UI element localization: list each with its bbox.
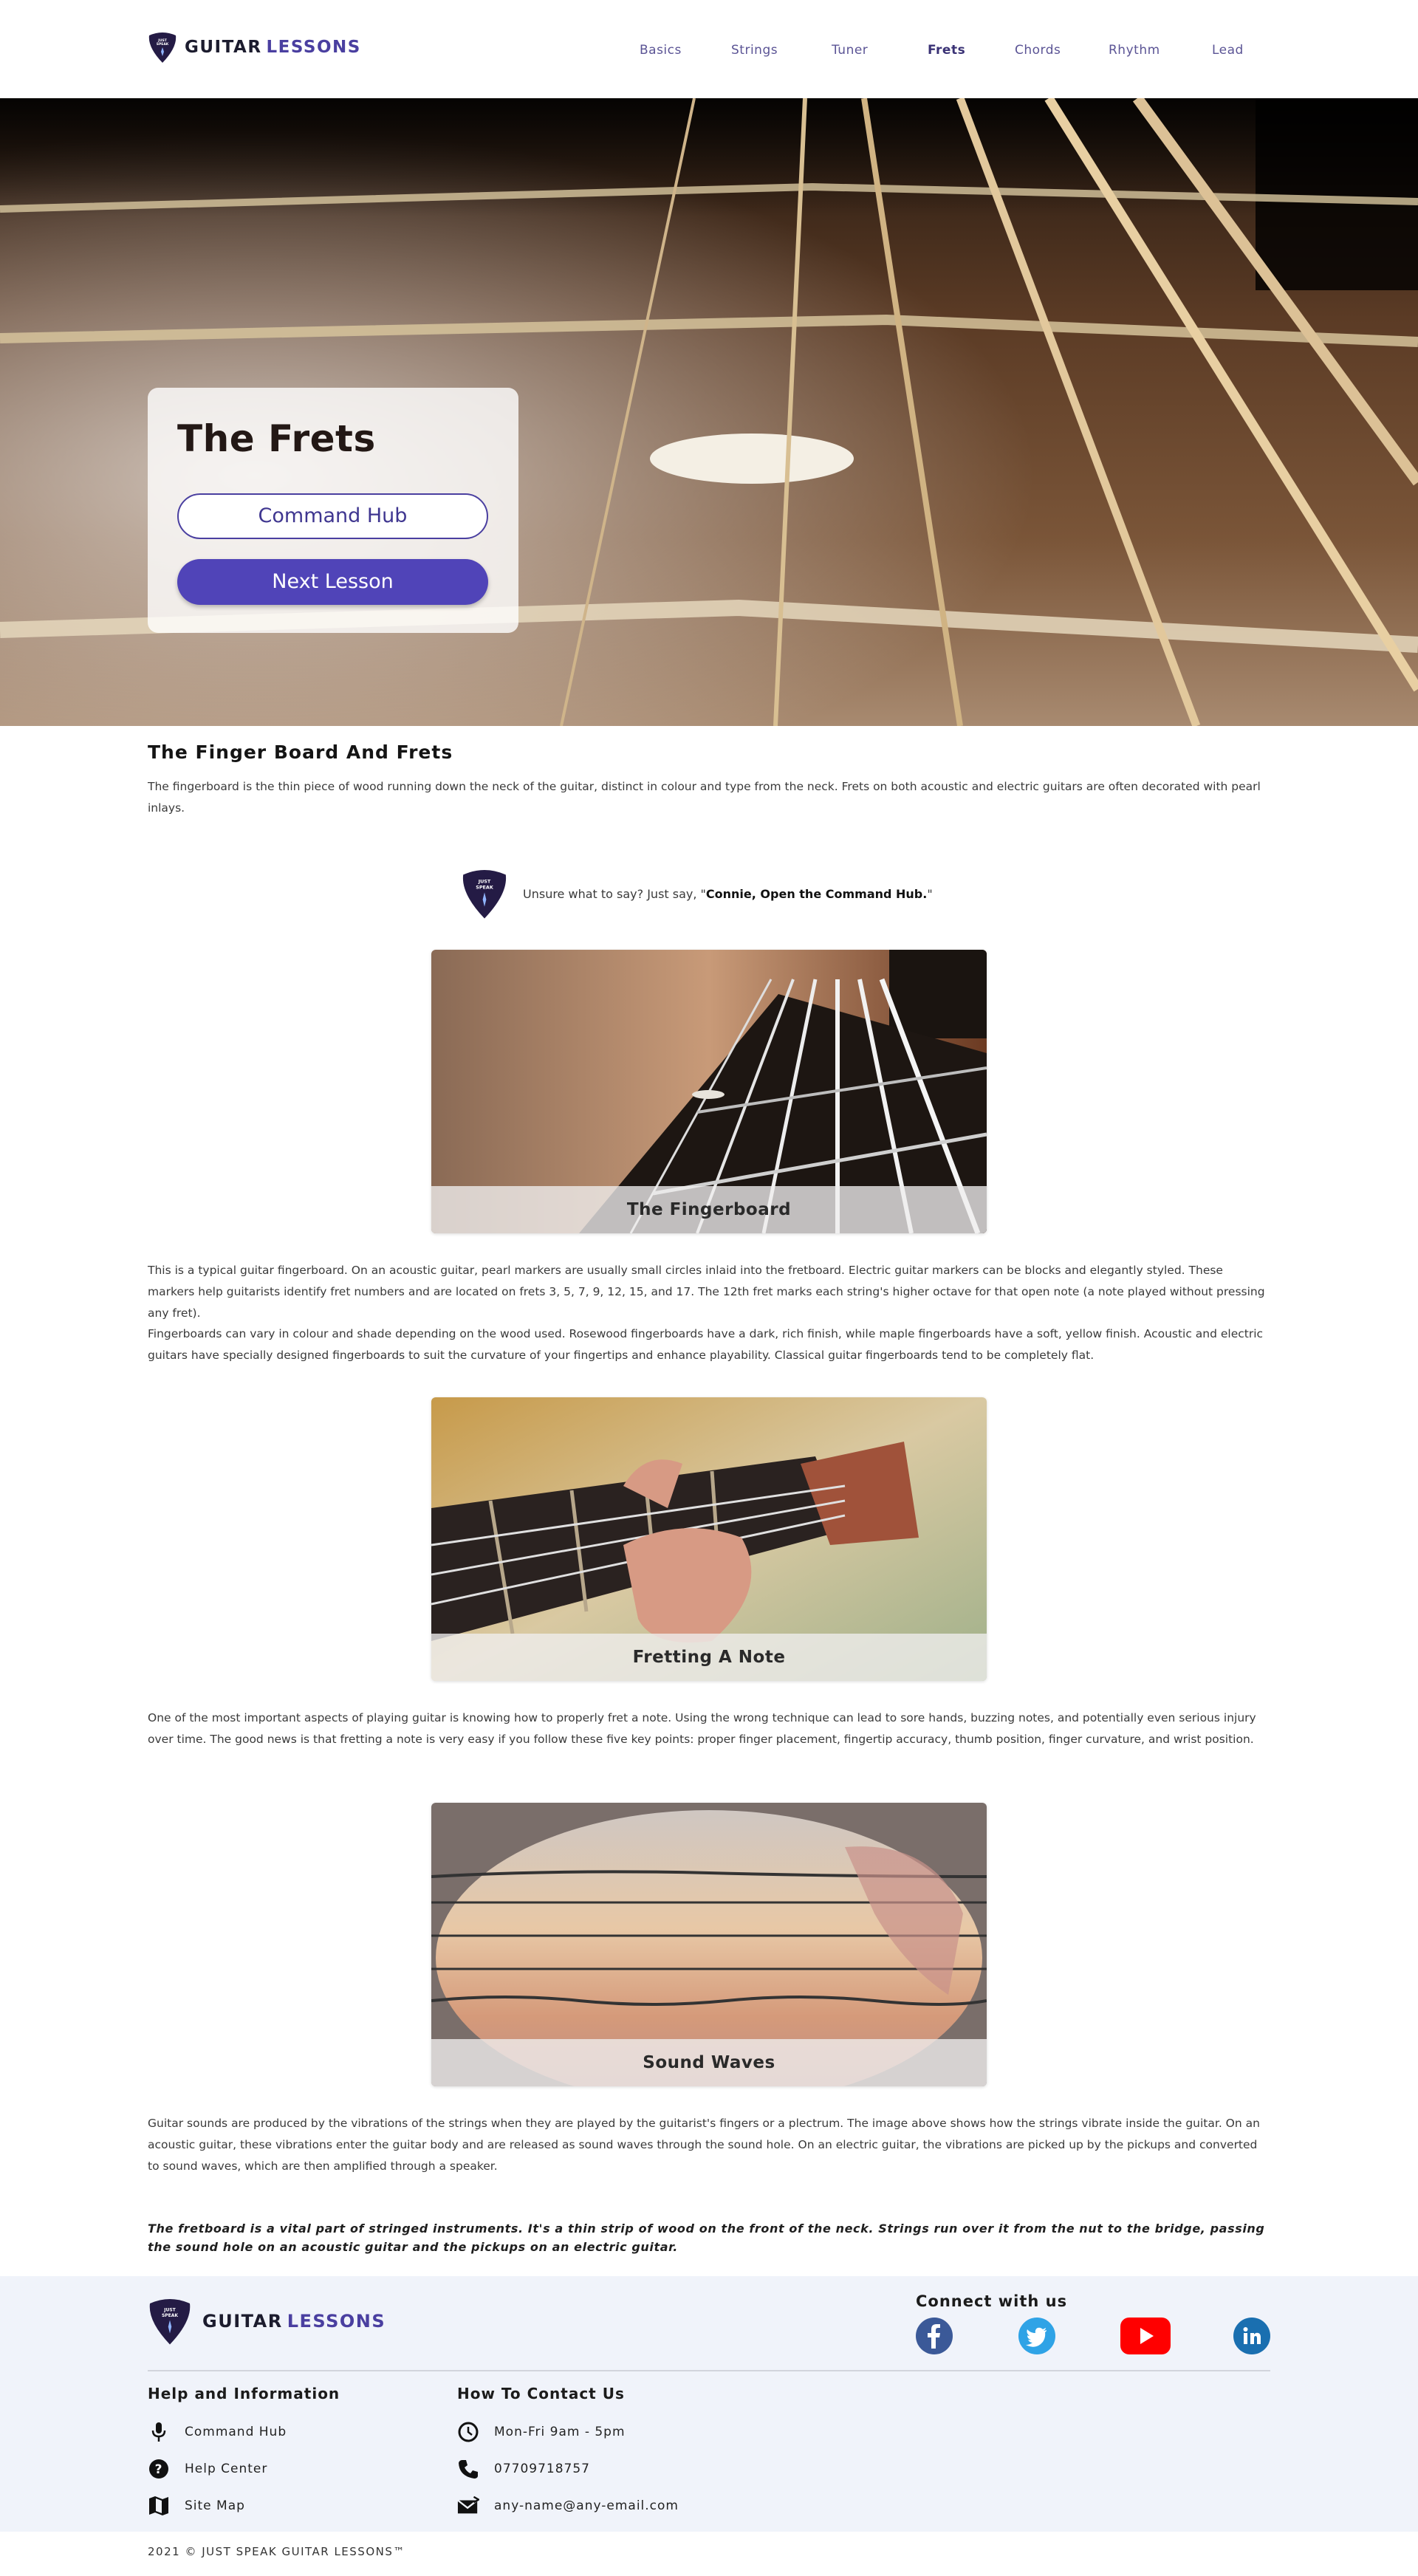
sound-waves-figure: Sound Waves (431, 1803, 987, 2086)
just-speak-pick-icon: JUST SPEAK (462, 870, 507, 919)
svg-text:JUST: JUST (478, 879, 491, 885)
map-icon (148, 2495, 170, 2517)
figure-caption: Sound Waves (431, 2039, 987, 2086)
footer-link-label: Site Map (185, 2498, 245, 2513)
summary-quote: The fretboard is a vital part of stringe… (148, 2222, 1265, 2254)
svg-text:?: ? (155, 2462, 163, 2477)
linkedin-icon[interactable] (1233, 2318, 1270, 2354)
connect-title: Connect with us (916, 2292, 1068, 2310)
page-title: The Frets (177, 417, 376, 460)
sound-paragraph: Guitar sounds are produced by the vibrat… (148, 2117, 1260, 2173)
contact-phone[interactable]: 07709718757 (457, 2458, 590, 2480)
footer-brand-name: GUITAR LESSONS (202, 2311, 386, 2332)
help-title: Help and Information (148, 2385, 340, 2402)
site-footer: JUST SPEAK GUITAR LESSONS Connect with us… (0, 2276, 1418, 2532)
contact-phone-label: 07709718757 (494, 2462, 590, 2476)
guitar-pick-logo-icon: JUST SPEAK (149, 2299, 191, 2345)
section-heading: The Finger Board And Frets (148, 741, 453, 763)
nav-basics[interactable]: Basics (640, 43, 682, 58)
copyright: 2021 © JUST SPEAK GUITAR LESSONS™ (148, 2545, 405, 2558)
nav-chords[interactable]: Chords (1015, 43, 1061, 58)
footer-link-help-center[interactable]: ? Help Center (148, 2458, 267, 2480)
nav-rhythm[interactable]: Rhythm (1109, 43, 1160, 58)
contact-email-label: any-name@any-email.com (494, 2498, 679, 2513)
svg-text:JUST: JUST (163, 2308, 176, 2313)
contact-email[interactable]: any-name@any-email.com (457, 2495, 679, 2517)
contact-hours: Mon-Fri 9am - 5pm (457, 2421, 626, 2443)
footer-link-label: Command Hub (185, 2425, 287, 2439)
main-nav: Basics Strings Tuner Frets Chords Rhythm… (0, 43, 1418, 61)
phone-icon (457, 2458, 479, 2480)
footer-link-command-hub[interactable]: Command Hub (148, 2421, 287, 2443)
voice-tip-text: Unsure what to say? Just say, "Connie, O… (523, 886, 933, 901)
twitter-icon[interactable] (1018, 2318, 1055, 2354)
clock-icon (457, 2421, 479, 2443)
footer-link-site-map[interactable]: Site Map (148, 2495, 245, 2517)
fingerboard-paragraph-1: This is a typical guitar fingerboard. On… (148, 1264, 1265, 1320)
site-header: JUST SPEAK GUITAR LESSONS Basics Strings … (0, 0, 1418, 98)
nav-tuner[interactable]: Tuner (832, 43, 868, 58)
svg-text:SPEAK: SPEAK (162, 2313, 178, 2318)
footer-brand-logo[interactable]: JUST SPEAK GUITAR LESSONS (148, 2295, 386, 2347)
figure-caption: The Fingerboard (431, 1186, 987, 1233)
intro-paragraph: The fingerboard is the thin piece of woo… (148, 780, 1261, 815)
voice-tip: JUST SPEAK Unsure what to say? Just say,… (461, 866, 933, 922)
nav-lead[interactable]: Lead (1212, 43, 1244, 58)
hero-card: The Frets Command Hub Next Lesson (148, 388, 518, 633)
footer-link-label: Help Center (185, 2462, 268, 2476)
next-lesson-button[interactable]: Next Lesson (177, 559, 488, 605)
email-icon (457, 2495, 479, 2517)
nav-frets[interactable]: Frets (928, 43, 965, 58)
svg-text:SPEAK: SPEAK (476, 885, 494, 891)
facebook-icon[interactable] (916, 2318, 953, 2354)
fretting-figure: Fretting A Note (431, 1397, 987, 1681)
help-circle-icon: ? (148, 2458, 170, 2480)
nav-strings[interactable]: Strings (731, 43, 778, 58)
contact-hours-label: Mon-Fri 9am - 5pm (494, 2425, 626, 2439)
hero-banner: The Frets Command Hub Next Lesson (0, 98, 1418, 726)
command-hub-button[interactable]: Command Hub (177, 493, 488, 539)
youtube-icon[interactable] (1120, 2318, 1171, 2354)
microphone-icon (148, 2421, 170, 2443)
figure-caption: Fretting A Note (431, 1634, 987, 1681)
fingerboard-paragraph-2: Fingerboards can vary in colour and shad… (148, 1327, 1264, 1362)
fingerboard-figure: The Fingerboard (431, 950, 987, 1233)
fretting-paragraph: One of the most important aspects of pla… (148, 1711, 1256, 1746)
footer-divider (148, 2370, 1270, 2371)
contact-title: How To Contact Us (457, 2385, 625, 2402)
